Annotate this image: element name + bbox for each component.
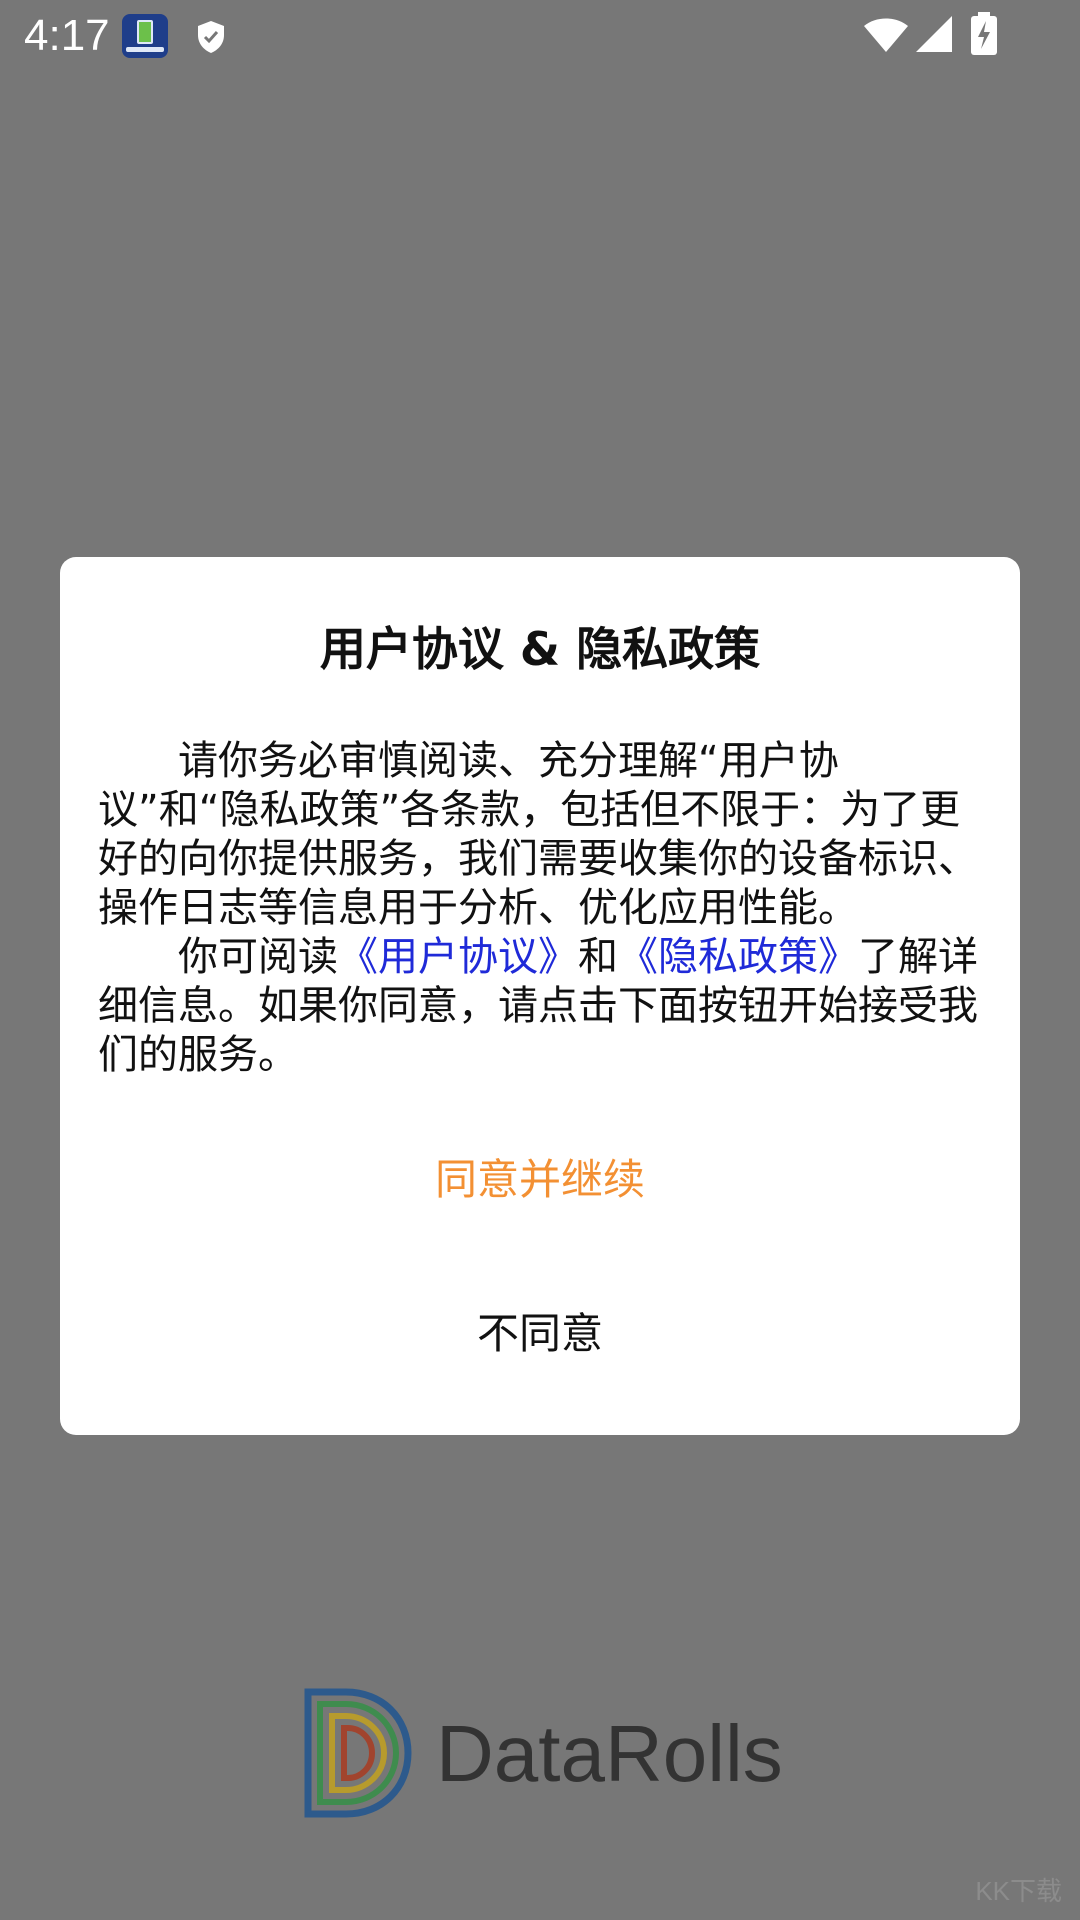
brand-logo: DataRolls bbox=[302, 1688, 783, 1818]
shield-icon bbox=[198, 21, 224, 53]
paragraph-2-prefix: 你可阅读 bbox=[178, 934, 338, 980]
status-bar: 4:17 bbox=[0, 0, 1080, 72]
paragraph-2-and: 和 bbox=[578, 934, 618, 980]
status-time: 4:17 bbox=[24, 11, 110, 60]
wifi-icon bbox=[864, 18, 908, 52]
dialog-body: 请你务必审慎阅读、充分理解“用户协议”和“隐私政策”各条款，包括但不限于：为了更… bbox=[98, 737, 982, 1080]
disagree-button[interactable]: 不同意 bbox=[60, 1291, 1020, 1377]
dialog-paragraph-1: 请你务必审慎阅读、充分理解“用户协议”和“隐私政策”各条款，包括但不限于：为了更… bbox=[98, 738, 978, 931]
battery-charging-icon bbox=[971, 12, 997, 55]
signal-icon bbox=[916, 16, 952, 52]
dialog-title: 用户协议 & 隐私政策 bbox=[319, 622, 761, 676]
watermark: KK下载 bbox=[975, 1876, 1062, 1906]
agree-continue-button[interactable]: 同意并继续 bbox=[60, 1137, 1020, 1223]
datarolls-logo-icon bbox=[304, 1688, 412, 1818]
app-icon bbox=[122, 14, 168, 58]
privacy-dialog: 用户协议 & 隐私政策 请你务必审慎阅读、充分理解“用户协议”和“隐私政策”各条… bbox=[60, 557, 1020, 1435]
privacy-policy-link[interactable]: 《隐私政策》 bbox=[618, 934, 858, 980]
brand-name: DataRolls bbox=[436, 1709, 783, 1798]
user-agreement-link[interactable]: 《用户协议》 bbox=[338, 934, 578, 980]
dialog-paragraph-2: 你可阅读《用户协议》和《隐私政策》了解详细信息。如果你同意，请点击下面按钮开始接… bbox=[98, 933, 982, 1080]
